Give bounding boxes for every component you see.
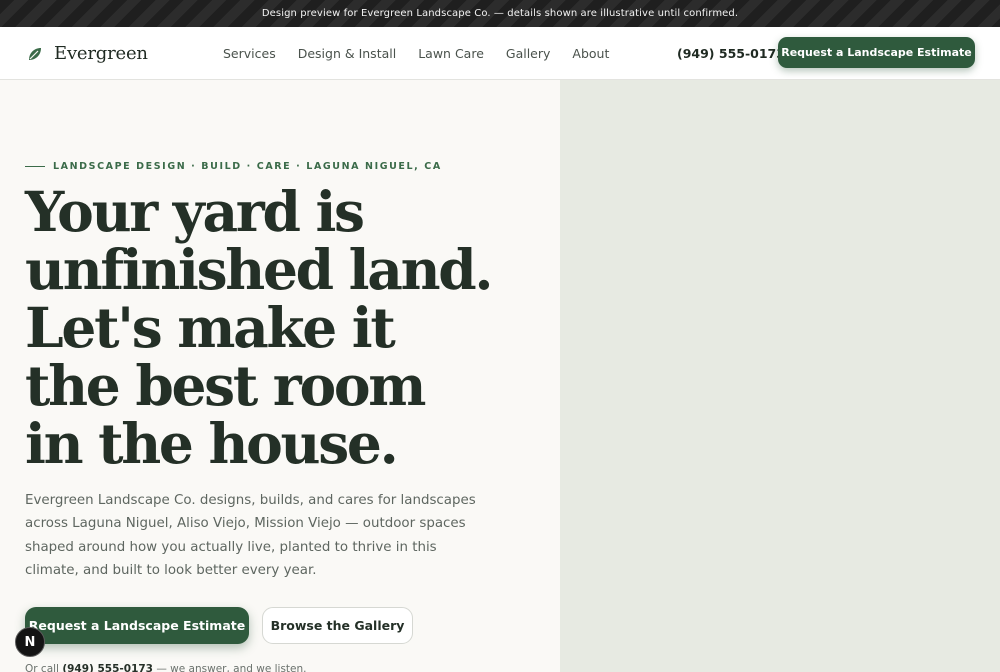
preview-banner: Design preview for Evergreen Landscape C… [0,0,1000,27]
headline-line: in the house. [25,411,399,476]
hero-headline: Your yard is unfinished land. Let's make… [25,183,545,473]
headline-line: the best room [25,353,426,418]
call-suffix: — we answer, and we listen. [156,663,307,672]
site-header: Evergreen Services Design & Install Lawn… [0,27,1000,80]
hero-estimate-button[interactable]: Request a Landscape Estimate [25,607,249,644]
eyebrow-rule [25,165,45,168]
nav-item-lawn-care[interactable]: Lawn Care [418,46,484,61]
n-badge-button[interactable]: N [15,627,45,657]
headline-line: unfinished land. [25,237,494,302]
hero-eyebrow: LANDSCAPE DESIGN · BUILD · CARE · LAGUNA… [25,161,442,172]
header-phone-link[interactable]: (949) 555-0173 [677,27,785,80]
browse-gallery-button[interactable]: Browse the Gallery [262,607,413,644]
nav-item-about[interactable]: About [572,46,609,61]
header-estimate-button[interactable]: Request a Landscape Estimate [778,37,975,68]
headline-line: Your yard is [25,179,365,244]
call-prefix: Or call [25,663,59,672]
hero-image-panel [560,80,1000,672]
hero-body: Evergreen Landscape Co. designs, builds,… [25,493,476,579]
logo-link[interactable]: Evergreen [27,27,148,80]
nav-item-design-install[interactable]: Design & Install [298,46,396,61]
main-nav: Services Design & Install Lawn Care Gall… [223,27,609,80]
preview-banner-text: Design preview for Evergreen Landscape C… [261,8,739,19]
call-phone-link[interactable]: (949) 555-0173 [62,663,153,672]
leaf-icon [29,47,41,60]
nav-item-gallery[interactable]: Gallery [506,46,551,61]
logo-text: Evergreen [54,43,148,64]
nav-item-services[interactable]: Services [223,46,276,61]
call-line: Or call (949) 555-0173 — we answer, and … [25,663,307,672]
eyebrow-text: LANDSCAPE DESIGN · BUILD · CARE · LAGUNA… [53,161,442,172]
headline-line: Let's make it [25,295,396,360]
